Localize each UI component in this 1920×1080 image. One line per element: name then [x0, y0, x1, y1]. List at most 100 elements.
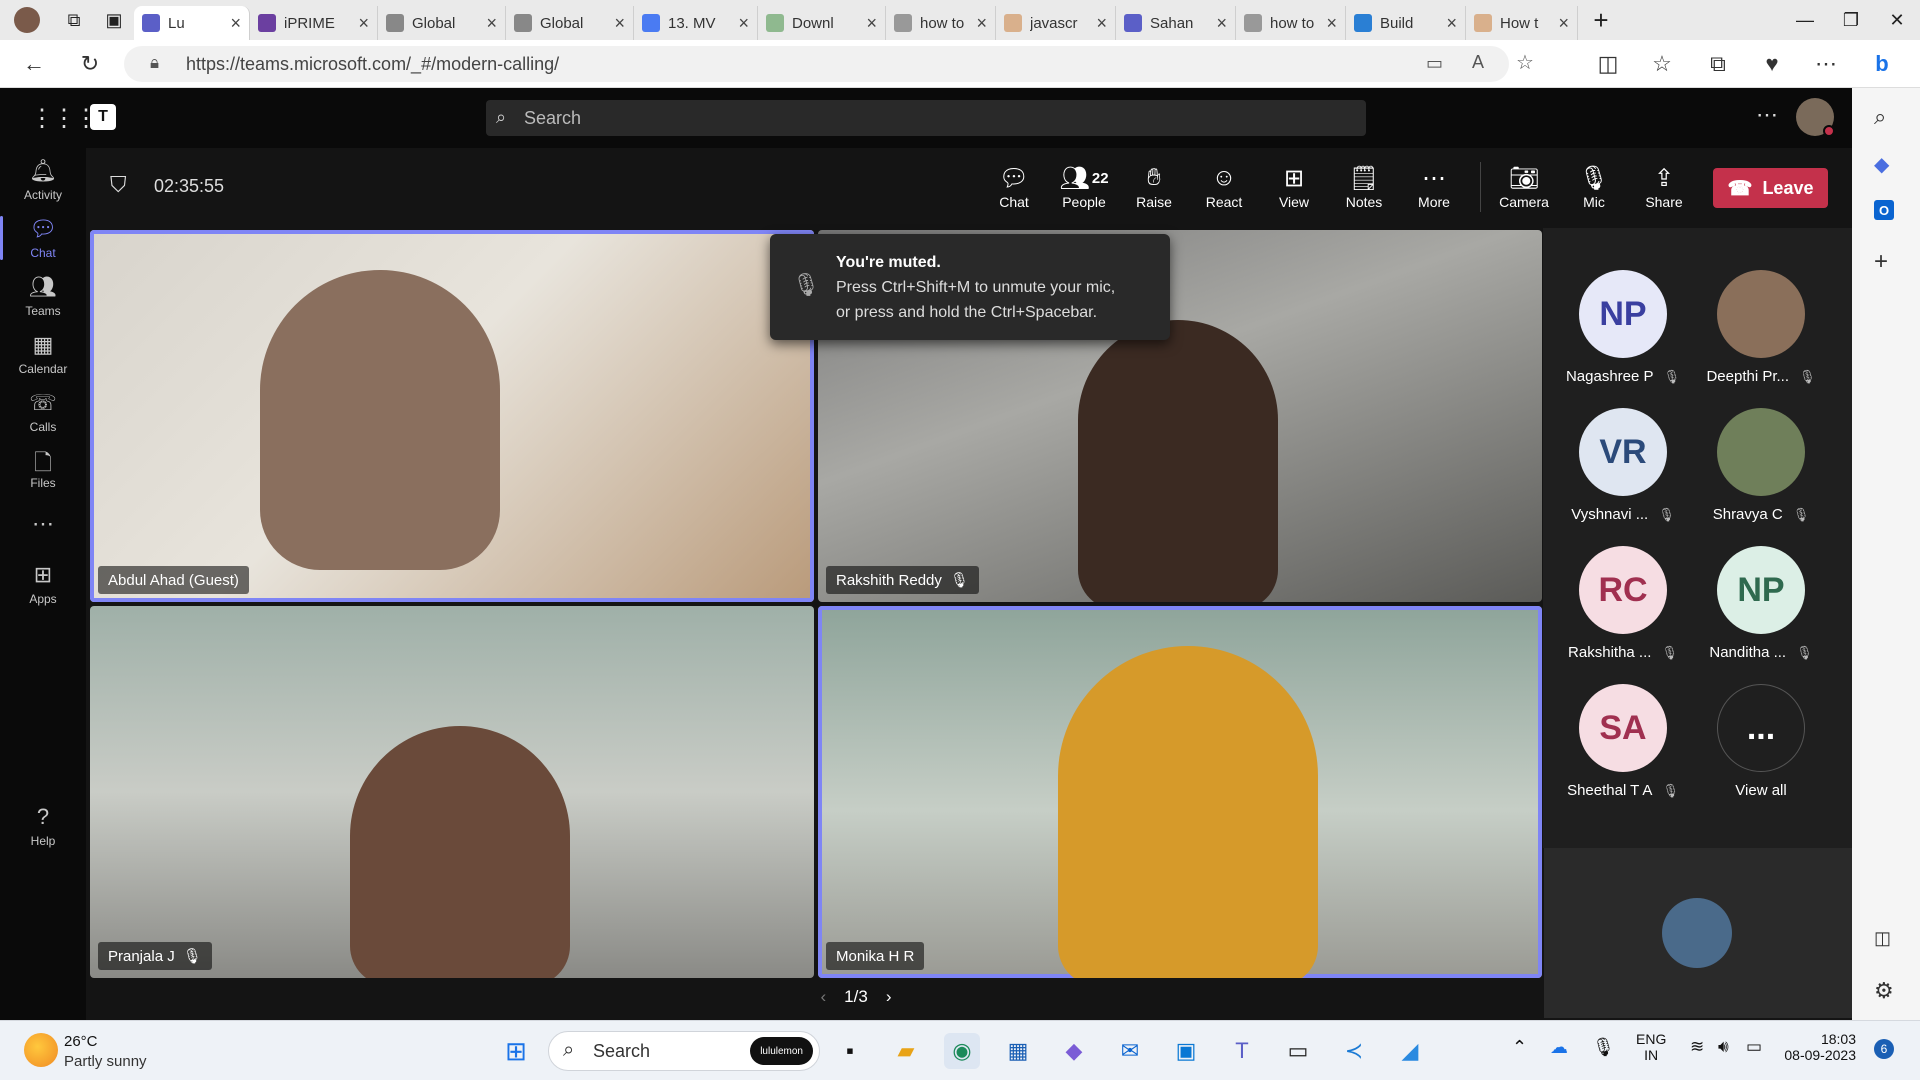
file-explorer-icon[interactable]: ▰: [888, 1033, 924, 1069]
minimize-button[interactable]: —: [1782, 0, 1828, 40]
close-tab-icon[interactable]: ×: [1326, 13, 1337, 34]
favorite-star-icon[interactable]: ☆: [1516, 50, 1534, 75]
notes-button[interactable]: 🗒︎ Notes: [1330, 162, 1398, 224]
close-tab-icon[interactable]: ×: [230, 13, 241, 34]
chevron-up-icon[interactable]: ⌃: [1512, 1037, 1527, 1058]
rail-item-files[interactable]: 🗋 Files: [0, 438, 86, 498]
next-page-icon[interactable]: ›: [886, 987, 892, 1007]
close-tab-icon[interactable]: ×: [614, 13, 625, 34]
address-bar[interactable]: 🔒︎ https://teams.microsoft.com/_#/modern…: [124, 46, 1534, 82]
video-tile[interactable]: Pranjala J 🎙︎: [90, 606, 814, 978]
app-launcher-icon[interactable]: ⋮⋮⋮: [30, 104, 98, 133]
browser-tab[interactable]: Lu ×: [134, 6, 250, 40]
video-icon[interactable]: ▭: [1426, 53, 1443, 74]
task-view-icon[interactable]: ▪: [832, 1033, 868, 1069]
workspaces-icon[interactable]: ⧉: [54, 0, 94, 40]
browser-tab[interactable]: how to ×: [1236, 6, 1346, 40]
close-tab-icon[interactable]: ×: [1558, 13, 1569, 34]
refresh-button[interactable]: ↻: [74, 48, 106, 80]
leave-button[interactable]: ☎︎ Leave: [1713, 168, 1828, 208]
video-tile[interactable]: Abdul Ahad (Guest): [90, 230, 814, 602]
browser-tab[interactable]: 13. MV ×: [634, 6, 758, 40]
rail-item-calls[interactable]: ☏ Calls: [0, 382, 86, 442]
teams-icon[interactable]: T: [1224, 1033, 1260, 1069]
camera-toggle-button[interactable]: 📷︎ Camera: [1490, 162, 1558, 224]
search-icon[interactable]: ⌕: [1874, 104, 1886, 130]
wifi-icon[interactable]: ≋: [1690, 1037, 1704, 1057]
more-options-icon[interactable]: ⋯: [1756, 102, 1778, 128]
edge-browser-icon[interactable]: ◉: [944, 1033, 980, 1069]
outlook-icon[interactable]: ✉: [1112, 1033, 1148, 1069]
rail-item-calendar[interactable]: ▦ Calendar: [0, 324, 86, 384]
weather-icon[interactable]: [24, 1033, 58, 1067]
rail-item-chat[interactable]: 💬︎ Chat: [0, 208, 86, 268]
close-tab-icon[interactable]: ×: [1216, 13, 1227, 34]
terminal-icon[interactable]: ▭: [1280, 1033, 1316, 1069]
copilot-icon[interactable]: ◆: [1874, 152, 1889, 177]
roster-participant[interactable]: RC Rakshitha ... 🎙︎: [1553, 546, 1693, 678]
more-actions-button[interactable]: ⋯ More: [1400, 162, 1468, 224]
close-tab-icon[interactable]: ×: [866, 13, 877, 34]
close-tab-icon[interactable]: ×: [1446, 13, 1457, 34]
profile-avatar[interactable]: [0, 0, 54, 40]
react-button[interactable]: ☺ React: [1190, 162, 1258, 224]
bing-icon[interactable]: b: [1866, 48, 1898, 80]
rail-item-teams[interactable]: 👥︎ Teams: [0, 266, 86, 326]
vscode-icon[interactable]: ≺: [1336, 1033, 1372, 1069]
close-tab-icon[interactable]: ×: [486, 13, 497, 34]
settings-more-icon[interactable]: ⋯: [1810, 48, 1842, 80]
azure-icon[interactable]: ◢: [1392, 1033, 1428, 1069]
rail-item-help[interactable]: ? Help: [0, 796, 86, 856]
rail-item-activity[interactable]: 🔔︎ Activity: [0, 150, 86, 210]
people-button[interactable]: 👥︎ 22 People: [1050, 162, 1118, 224]
language-indicator[interactable]: ENG IN: [1636, 1031, 1666, 1063]
roster-participant[interactable]: Shravya C 🎙︎: [1691, 408, 1831, 540]
rail-item-[interactable]: ⋯: [0, 496, 86, 556]
tab-actions-icon[interactable]: ▣: [94, 0, 134, 40]
notification-badge[interactable]: 6: [1874, 1039, 1894, 1059]
search-input[interactable]: ⌕ Search: [486, 100, 1366, 136]
browser-tab[interactable]: Sahan ×: [1116, 6, 1236, 40]
extensions-icon[interactable]: ♥: [1756, 48, 1788, 80]
settings-gear-icon[interactable]: ⚙: [1874, 978, 1894, 1004]
self-avatar[interactable]: [1662, 898, 1732, 968]
back-button[interactable]: ←: [18, 48, 50, 80]
raise-hand-button[interactable]: ✋︎ Raise: [1120, 162, 1188, 224]
battery-icon[interactable]: ▭: [1746, 1037, 1762, 1057]
user-avatar[interactable]: [1796, 98, 1835, 137]
add-icon[interactable]: +: [1874, 248, 1888, 276]
browser-tab[interactable]: Downl ×: [758, 6, 886, 40]
browser-tab[interactable]: how to ×: [886, 6, 996, 40]
microsoft-store-icon[interactable]: ▦: [1000, 1033, 1036, 1069]
share-button[interactable]: ⇪ Share: [1630, 162, 1698, 224]
roster-participant[interactable]: ... View all: [1691, 684, 1831, 816]
video-tile[interactable]: Monika H R: [818, 606, 1542, 978]
clock[interactable]: 18:03 08-09-2023: [1784, 1031, 1856, 1063]
copilot-icon[interactable]: ◆: [1056, 1033, 1092, 1069]
browser-tab[interactable]: How t ×: [1466, 6, 1578, 40]
roster-participant[interactable]: SA Sheethal T A 🎙︎: [1553, 684, 1693, 816]
browser-tab[interactable]: javascr ×: [996, 6, 1116, 40]
onedrive-icon[interactable]: ☁: [1550, 1037, 1568, 1058]
read-aloud-icon[interactable]: A: [1472, 52, 1484, 73]
sidebar-toggle-icon[interactable]: ◫: [1874, 928, 1891, 949]
browser-tab[interactable]: iPRIME ×: [250, 6, 378, 40]
taskbar-search[interactable]: ⌕ Search lululemon: [548, 1031, 820, 1071]
roster-participant[interactable]: NP Nagashree P 🎙︎: [1553, 270, 1693, 402]
close-window-button[interactable]: ✕: [1874, 0, 1920, 40]
new-tab-button[interactable]: +: [1578, 0, 1624, 40]
close-tab-icon[interactable]: ×: [358, 13, 369, 34]
rail-item-apps[interactable]: ⊞ Apps: [0, 554, 86, 614]
start-button[interactable]: ⊞: [498, 1033, 534, 1069]
chat-button[interactable]: 💬︎ Chat: [980, 162, 1048, 224]
outlook-icon[interactable]: O: [1874, 200, 1894, 220]
microphone-icon[interactable]: 🎙︎: [1592, 1037, 1615, 1058]
mic-toggle-button[interactable]: 🎙︎ Mic: [1560, 162, 1628, 224]
view-button[interactable]: ⊞ View: [1260, 162, 1328, 224]
maximize-button[interactable]: ❐: [1828, 0, 1874, 40]
roster-participant[interactable]: NP Nanditha ... 🎙︎: [1691, 546, 1831, 678]
roster-participant[interactable]: Deepthi Pr... 🎙︎: [1691, 270, 1831, 402]
remote-desktop-icon[interactable]: ▣: [1168, 1033, 1204, 1069]
split-screen-icon[interactable]: ◫: [1592, 48, 1624, 80]
roster-participant[interactable]: VR Vyshnavi ... 🎙︎: [1553, 408, 1693, 540]
